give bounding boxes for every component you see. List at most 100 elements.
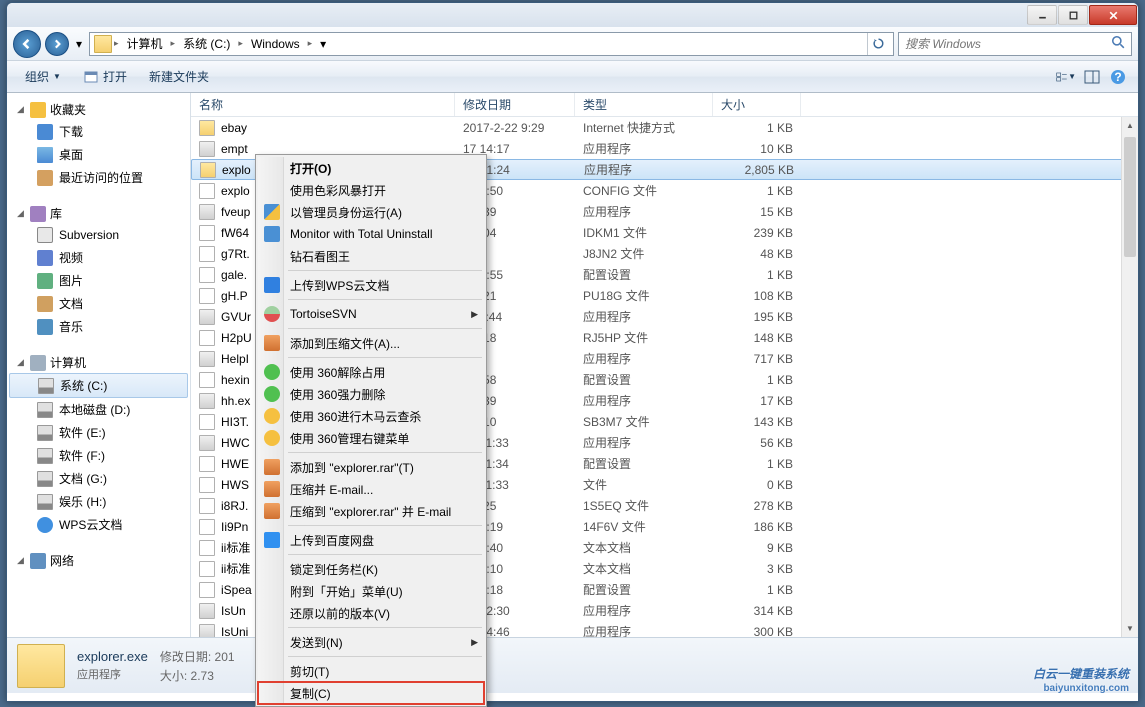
sidebar-item[interactable]: 系统 (C:) — [9, 373, 188, 398]
context-item[interactable]: 上传到百度网盘 — [258, 529, 484, 551]
maximize-button[interactable] — [1058, 5, 1088, 25]
sidebar-item-icon — [38, 378, 54, 394]
scroll-up-button[interactable]: ▲ — [1122, 117, 1138, 134]
refresh-button[interactable] — [867, 33, 889, 55]
sidebar-item[interactable]: Subversion — [7, 224, 190, 246]
sidebar-item-icon — [37, 517, 53, 533]
context-item[interactable]: 使用 360管理右键菜单 — [258, 427, 484, 449]
file-size: 1 KB — [713, 184, 801, 198]
sidebar-item[interactable]: 软件 (F:) — [7, 444, 190, 467]
file-size: 1 KB — [713, 121, 801, 135]
file-size: 148 KB — [713, 331, 801, 345]
context-item[interactable]: 以管理员身份运行(A) — [258, 201, 484, 223]
submenu-arrow-icon: ▶ — [471, 309, 478, 320]
file-icon — [199, 246, 215, 262]
file-size: 2,805 KB — [714, 163, 802, 177]
organize-button[interactable]: 组织▼ — [15, 64, 71, 89]
context-item-icon — [264, 364, 280, 380]
context-separator — [288, 627, 482, 628]
column-name[interactable]: 名称 — [191, 93, 455, 116]
sidebar-item[interactable]: 最近访问的位置 — [7, 166, 190, 189]
file-type: 14F6V 文件 — [575, 518, 713, 535]
context-item[interactable]: 打开(O) — [258, 157, 484, 179]
sidebar-item[interactable]: 图片 — [7, 269, 190, 292]
sidebar-libraries[interactable]: ◢库 — [7, 203, 190, 224]
file-name: gale. — [221, 268, 247, 282]
breadcrumb-windows[interactable]: Windows — [245, 35, 306, 53]
context-item[interactable]: 压缩并 E-mail... — [258, 478, 484, 500]
context-item[interactable]: 锁定到任务栏(K) — [258, 558, 484, 580]
file-icon — [199, 477, 215, 493]
new-folder-button[interactable]: 新建文件夹 — [139, 64, 219, 89]
sidebar-item[interactable]: 音乐 — [7, 315, 190, 338]
context-item[interactable]: 添加到压缩文件(A)... — [258, 332, 484, 354]
file-icon — [199, 225, 215, 241]
forward-button[interactable] — [45, 32, 69, 56]
context-item[interactable]: 钻石看图王 — [258, 245, 484, 267]
context-item[interactable]: 使用 360强力删除 — [258, 383, 484, 405]
file-name: explo — [221, 184, 250, 198]
address-bar[interactable]: ▸ 计算机 ▸ 系统 (C:) ▸ Windows ▸ ▾ — [89, 32, 894, 56]
search-input[interactable] — [905, 37, 1111, 51]
view-options-button[interactable]: ▼ — [1054, 65, 1078, 89]
sidebar-computer[interactable]: ◢计算机 — [7, 352, 190, 373]
sidebar-item-icon — [37, 147, 53, 163]
file-name: HWS — [221, 478, 249, 492]
file-size: 1 KB — [713, 457, 801, 471]
file-type: 应用程序 — [575, 434, 713, 451]
sidebar-item[interactable]: 本地磁盘 (D:) — [7, 398, 190, 421]
context-item[interactable]: 剪切(T) — [258, 660, 484, 682]
sidebar-network[interactable]: ◢网络 — [7, 550, 190, 571]
sidebar-item[interactable]: 桌面 — [7, 143, 190, 166]
scroll-thumb[interactable] — [1124, 137, 1136, 257]
context-item[interactable]: 附到「开始」菜单(U) — [258, 580, 484, 602]
help-button[interactable]: ? — [1106, 65, 1130, 89]
context-item[interactable]: 使用 360解除占用 — [258, 361, 484, 383]
search-box[interactable] — [898, 32, 1132, 56]
file-icon — [199, 288, 215, 304]
toolbar: 组织▼ 打开 新建文件夹 ▼ ? — [7, 61, 1138, 93]
sidebar-item-label: 图片 — [59, 272, 83, 289]
sidebar-item[interactable]: 文档 (G:) — [7, 467, 190, 490]
context-item[interactable]: 添加到 "explorer.rar"(T) — [258, 456, 484, 478]
context-item[interactable]: 复制(C) — [258, 682, 484, 704]
sidebar-item[interactable]: 下载 — [7, 120, 190, 143]
context-item[interactable]: TortoiseSVN ▶ — [258, 303, 484, 325]
history-dropdown[interactable]: ▾ — [73, 30, 85, 58]
vertical-scrollbar[interactable]: ▲ ▼ — [1121, 117, 1138, 637]
minimize-button[interactable] — [1027, 5, 1057, 25]
sidebar-item[interactable]: 软件 (E:) — [7, 421, 190, 444]
context-item[interactable]: 使用 360进行木马云查杀 — [258, 405, 484, 427]
search-icon[interactable] — [1111, 35, 1125, 52]
context-item[interactable]: 压缩到 "explorer.rar" 并 E-mail — [258, 500, 484, 522]
context-item[interactable]: 还原以前的版本(V) — [258, 602, 484, 624]
context-item[interactable]: 上传到WPS云文档 — [258, 274, 484, 296]
file-row[interactable]: ebay 2017-2-22 9:29 Internet 快捷方式 1 KB — [191, 117, 1138, 138]
context-item[interactable]: Monitor with Total Uninstall — [258, 223, 484, 245]
column-type[interactable]: 类型 — [575, 93, 713, 116]
close-button[interactable] — [1089, 5, 1137, 25]
back-button[interactable] — [13, 30, 41, 58]
breadcrumb-computer[interactable]: 计算机 — [121, 33, 169, 54]
open-button[interactable]: 打开 — [73, 64, 137, 89]
context-item[interactable]: 发送到(N) ▶ — [258, 631, 484, 653]
context-item-label: 上传到百度网盘 — [290, 532, 374, 549]
context-item[interactable]: 使用色彩风暴打开 — [258, 179, 484, 201]
sidebar-favorites[interactable]: ◢收藏夹 — [7, 99, 190, 120]
sidebar-item[interactable]: 文档 — [7, 292, 190, 315]
file-icon — [199, 519, 215, 535]
content-area: ◢收藏夹下载桌面最近访问的位置 ◢库Subversion视频图片文档音乐 ◢计算机系… — [7, 93, 1138, 637]
sidebar-item[interactable]: 视频 — [7, 246, 190, 269]
breadcrumb-drive-c[interactable]: 系统 (C:) — [177, 33, 236, 54]
context-item-label: 添加到 "explorer.rar"(T) — [290, 459, 414, 476]
sidebar-item[interactable]: WPS云文档 — [7, 513, 190, 536]
file-size: 56 KB — [713, 436, 801, 450]
preview-pane-button[interactable] — [1080, 65, 1104, 89]
scroll-down-button[interactable]: ▼ — [1122, 620, 1138, 637]
column-size[interactable]: 大小 — [713, 93, 801, 116]
address-dropdown[interactable]: ▾ — [314, 33, 332, 55]
column-date[interactable]: 修改日期 — [455, 93, 575, 116]
sidebar-item[interactable]: 娱乐 (H:) — [7, 490, 190, 513]
sidebar-item-label: WPS云文档 — [59, 516, 122, 533]
file-icon — [199, 456, 215, 472]
